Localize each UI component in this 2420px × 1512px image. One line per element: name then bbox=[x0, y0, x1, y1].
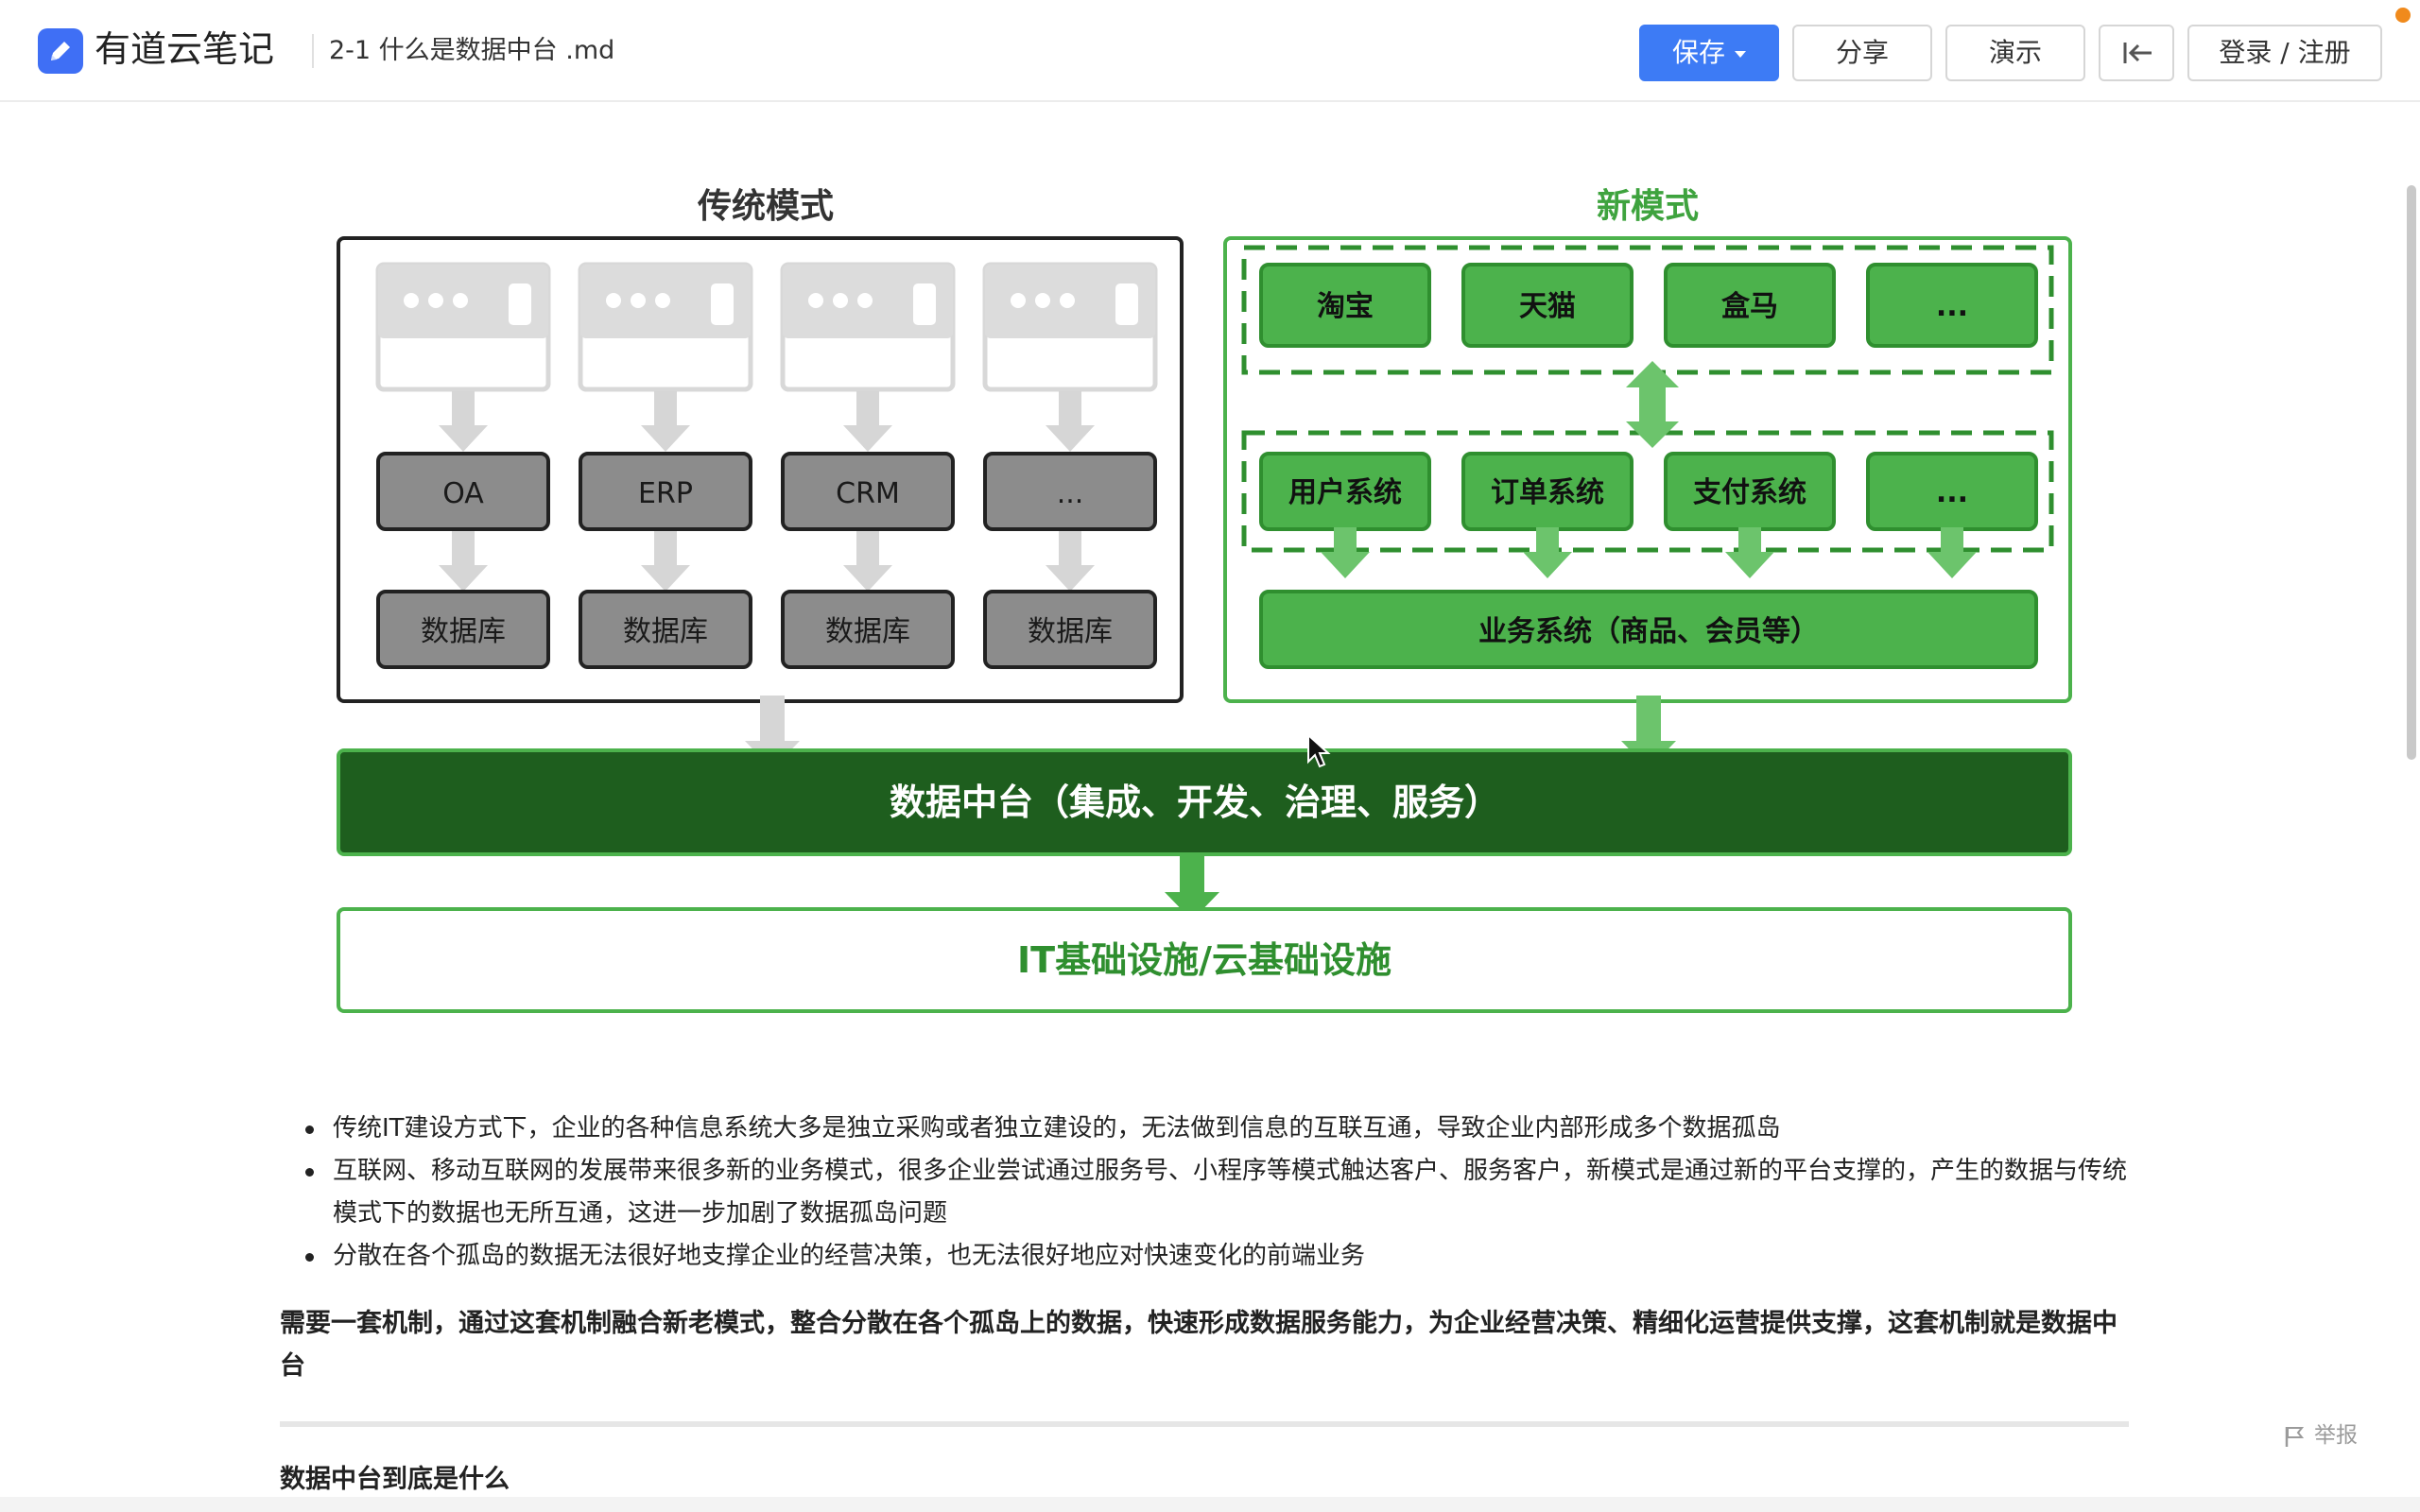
flag-icon bbox=[2285, 1426, 2305, 1447]
title-divider bbox=[312, 34, 314, 68]
login-register-button[interactable]: 登录 / 注册 bbox=[2187, 25, 2382, 81]
system-label-crm: CRM bbox=[836, 477, 900, 510]
list-item: 传统IT建设方式下，企业的各种信息系统大多是独立采购或者独立建设的，无法做到信息… bbox=[305, 1108, 2133, 1150]
document-body: 传统IT建设方式下，企业的各种信息系统大多是独立采购或者独立建设的，无法做到信息… bbox=[280, 1108, 2133, 1499]
architecture-diagram: 传统模式 OA ERP CRM ... 数据库 数据库 数据库 数据库 新模式 … bbox=[0, 102, 2420, 1047]
share-button[interactable]: 分享 bbox=[1792, 25, 1932, 81]
section-heading: 数据中台到底是什么 bbox=[280, 1465, 510, 1494]
system-label-erp: ERP bbox=[638, 477, 693, 510]
report-link[interactable]: 举报 bbox=[2284, 1419, 2358, 1452]
diagram-canvas: 传统模式 OA ERP CRM ... 数据库 数据库 数据库 数据库 新模式 … bbox=[337, 187, 2072, 1013]
app-window-icon bbox=[578, 262, 753, 392]
app-name: 有道云笔记 bbox=[95, 28, 275, 70]
business-system-label: 业务系统（商品、会员等） bbox=[1478, 615, 1819, 648]
chevron-down-icon bbox=[1735, 50, 1746, 58]
report-label: 举报 bbox=[2314, 1423, 2358, 1448]
system-label-user: 用户系统 bbox=[1288, 476, 1402, 509]
list-item: 分散在各个孤岛的数据无法很好地支撑企业的经营决策，也无法很好地应对快速变化的前端… bbox=[305, 1235, 2133, 1278]
horizontal-rule bbox=[280, 1421, 2129, 1427]
database-label: 数据库 bbox=[623, 615, 708, 648]
system-label-order: 订单系统 bbox=[1491, 476, 1604, 509]
document-title[interactable]: 2-1 什么是数据中台 .md bbox=[329, 32, 614, 70]
top-bar: 有道云笔记 2-1 什么是数据中台 .md 保存 分享 演示 登录 / 注册 bbox=[0, 0, 2420, 102]
mouse-cursor-icon bbox=[1307, 733, 1331, 768]
new-mode-title: 新模式 bbox=[1597, 187, 1699, 226]
infrastructure-label: IT基础设施/云基础设施 bbox=[1017, 939, 1392, 981]
save-button[interactable]: 保存 bbox=[1639, 25, 1779, 81]
database-label: 数据库 bbox=[825, 615, 910, 648]
collapse-left-icon bbox=[2123, 43, 2152, 63]
app-label-taobao: 淘宝 bbox=[1317, 290, 1374, 323]
app-window-icon bbox=[375, 262, 551, 392]
traditional-mode-title: 传统模式 bbox=[697, 187, 834, 226]
bullet-list: 传统IT建设方式下，企业的各种信息系统大多是独立采购或者独立建设的，无法做到信息… bbox=[280, 1108, 2133, 1278]
save-button-label: 保存 bbox=[1671, 37, 1725, 68]
bottom-strip bbox=[0, 1497, 2420, 1512]
app-window-icon bbox=[982, 262, 1158, 392]
database-label: 数据库 bbox=[1028, 615, 1113, 648]
data-middle-platform-label: 数据中台（集成、开发、治理、服务） bbox=[890, 782, 1500, 823]
app-window-icon bbox=[780, 262, 956, 392]
app-label-tmall: 天猫 bbox=[1519, 290, 1576, 323]
app-logo-icon bbox=[38, 28, 83, 74]
system-label-more: ... bbox=[1057, 477, 1084, 510]
app-label-hema: 盒马 bbox=[1721, 290, 1778, 323]
vertical-scrollbar[interactable] bbox=[2407, 185, 2416, 760]
notification-dot bbox=[2395, 8, 2411, 23]
system-label-oa: OA bbox=[442, 477, 484, 510]
collapse-sidebar-button[interactable] bbox=[2099, 25, 2174, 81]
summary-paragraph: 需要一套机制，通过这套机制融合新老模式，整合分散在各个孤岛上的数据，快速形成数据… bbox=[280, 1309, 2118, 1381]
system-label-more: ... bbox=[1936, 476, 1968, 509]
list-item: 互联网、移动互联网的发展带来很多新的业务模式，很多企业尝试通过服务号、小程序等模… bbox=[305, 1150, 2133, 1235]
present-button[interactable]: 演示 bbox=[1945, 25, 2085, 81]
app-label-more: ... bbox=[1936, 290, 1968, 323]
database-label: 数据库 bbox=[421, 615, 506, 648]
system-label-payment: 支付系统 bbox=[1693, 476, 1806, 509]
